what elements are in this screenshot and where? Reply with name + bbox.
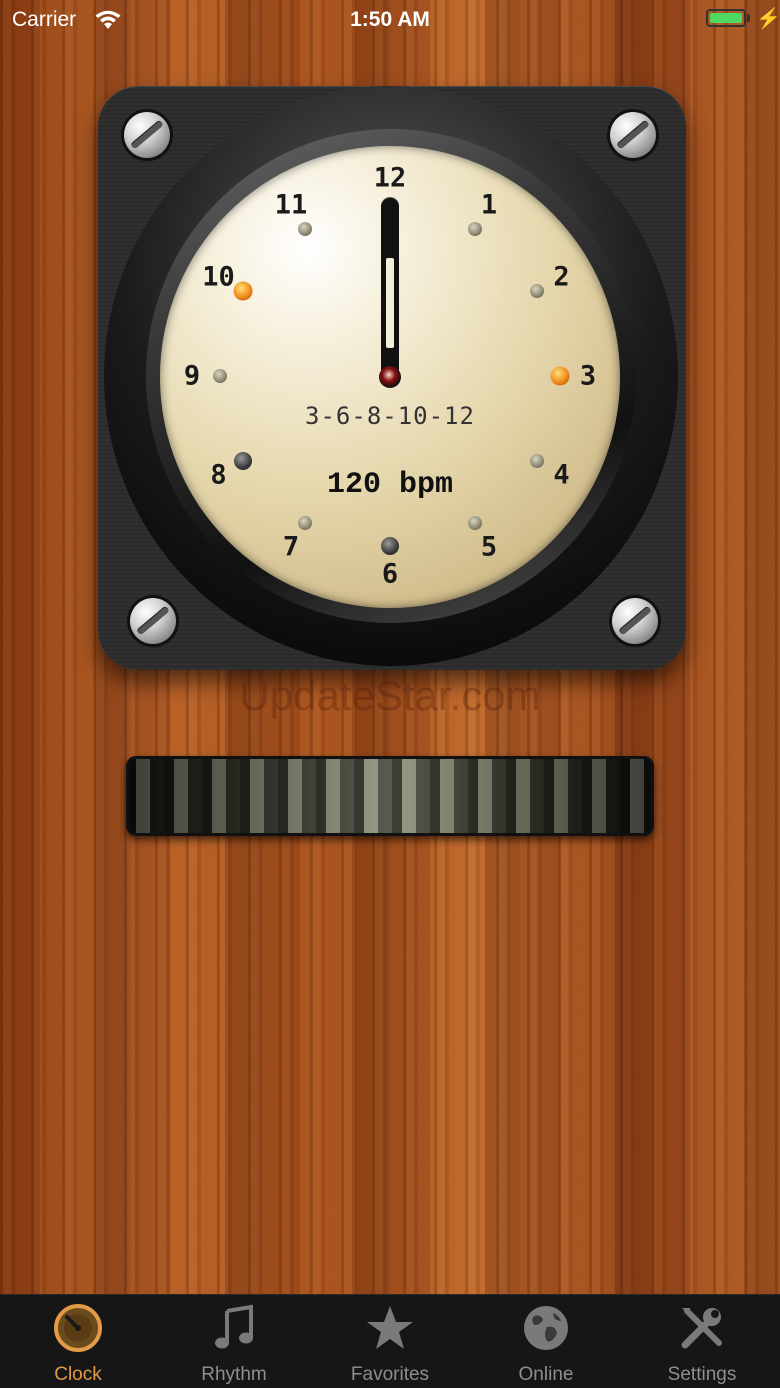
music-note-icon (215, 1304, 253, 1349)
tab-label: Rhythm (201, 1364, 267, 1385)
metronome-hand (381, 198, 399, 376)
dial-numeral-3: 3 (579, 360, 597, 392)
charging-icon: ⚡ (756, 8, 780, 30)
watermark: UpdateStar.com (239, 672, 541, 719)
status-bar: Carrier 1:50 AM ⚡ (0, 0, 780, 40)
dial-numeral-10: 10 (202, 261, 235, 293)
clock-icon (54, 1304, 102, 1352)
screw-icon (130, 598, 176, 644)
beat-dot-4[interactable] (530, 454, 545, 468)
beat-dot-9[interactable] (213, 369, 227, 383)
dial-numeral-9: 9 (183, 360, 201, 392)
beat-dot-11[interactable] (298, 221, 312, 236)
screw-icon (610, 112, 656, 158)
dial-numeral-11: 11 (274, 189, 308, 221)
tools-icon (681, 1308, 722, 1349)
globe-icon (524, 1306, 568, 1350)
hand-pivot (379, 366, 401, 388)
screw-icon (124, 112, 170, 158)
tab-settings[interactable]: Settings (624, 1295, 780, 1388)
battery-tip (747, 14, 750, 22)
tempo-wheel[interactable] (126, 756, 654, 836)
dial-numeral-12: 12 (373, 162, 407, 194)
clock-time: 1:50 AM (350, 8, 430, 31)
beat-dot-5[interactable] (468, 516, 482, 531)
beat-dot-10[interactable] (233, 281, 253, 301)
tab-rhythm[interactable]: Rhythm (156, 1295, 312, 1388)
dial-numeral-6: 6 (381, 558, 399, 590)
beat-dot-6[interactable] (381, 537, 399, 555)
tab-clock[interactable]: Clock (0, 1295, 156, 1388)
beat-dot-1[interactable] (468, 221, 482, 236)
tab-label: Favorites (350, 1364, 430, 1385)
tab-label: Clock (54, 1364, 102, 1385)
beat-dot-2[interactable] (530, 284, 545, 298)
tab-online[interactable]: Online (468, 1295, 624, 1388)
dial-numeral-2: 2 (553, 261, 570, 293)
battery-icon (706, 9, 746, 27)
dial-numeral-1: 1 (480, 189, 498, 221)
tab-favorites[interactable]: Favorites (312, 1295, 468, 1388)
beat-dot-3[interactable] (550, 366, 570, 386)
tab-bar: Clock Rhythm Favorites Online Settings (0, 1294, 780, 1388)
beat-dot-7[interactable] (298, 516, 312, 531)
tab-label: Settings (667, 1364, 737, 1385)
dial-numeral-7: 7 (282, 531, 300, 563)
screw-icon (612, 598, 658, 644)
tempo-readout: 120 bpm (326, 468, 454, 502)
star-icon (367, 1306, 413, 1349)
tab-label: Online (518, 1364, 574, 1385)
beat-pattern: 3-6-8-10-12 (305, 402, 475, 430)
dial-numeral-5: 5 (480, 531, 498, 563)
